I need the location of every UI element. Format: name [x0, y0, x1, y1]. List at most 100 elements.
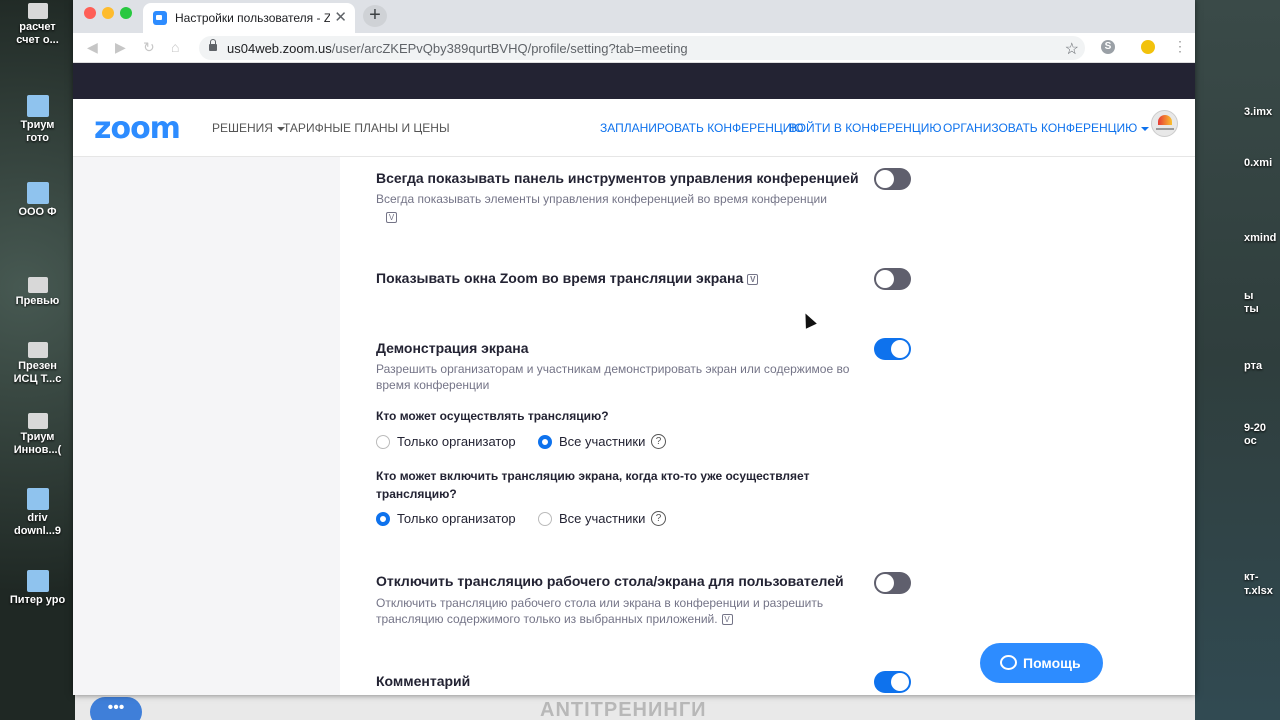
extension-icon[interactable] — [1141, 40, 1155, 54]
radio-host-only[interactable] — [376, 512, 390, 526]
home-icon[interactable]: ⌂ — [171, 39, 179, 55]
browser-window: Настройки пользователя - Zoom ✕ + ◀ ▶ ↻ … — [73, 0, 1195, 695]
verified-icon[interactable]: V — [386, 212, 397, 223]
image-file-icon — [27, 277, 48, 293]
document-icon — [27, 3, 48, 19]
desktop-file-label[interactable]: 0.xmi — [1244, 157, 1272, 170]
nav-host[interactable]: ОРГАНИЗОВАТЬ КОНФЕРЕНЦИЮ — [943, 121, 1150, 135]
nav-solutions[interactable]: РЕШЕНИЯ — [212, 121, 285, 135]
desktop-file-label[interactable]: рта — [1244, 360, 1262, 373]
desktop-file-label[interactable]: кт- — [1244, 571, 1259, 584]
annotation-toggle[interactable] — [874, 671, 911, 693]
setting-title: Комментарий — [376, 673, 471, 689]
setting-title: Всегда показывать панель инструментов уп… — [376, 170, 859, 186]
reload-icon[interactable]: ↻ — [143, 39, 155, 56]
desktop-file-label[interactable]: 3.imx — [1244, 106, 1272, 119]
skype-extension-icon[interactable]: S — [1101, 40, 1115, 54]
close-window-button[interactable] — [84, 7, 96, 19]
maximize-window-button[interactable] — [120, 7, 132, 19]
folder-icon — [26, 570, 49, 592]
minimize-window-button[interactable] — [102, 7, 114, 19]
verified-icon[interactable]: V — [721, 614, 733, 626]
folder-icon — [26, 95, 49, 117]
document-icon — [27, 413, 48, 429]
desktop-file-label[interactable]: xmind — [1244, 232, 1276, 245]
help-button[interactable]: Помощь — [980, 643, 1103, 683]
tab-close-icon[interactable]: ✕ — [334, 8, 347, 26]
setting-title: Демонстрация экрана — [376, 340, 529, 356]
radio-label[interactable]: Все участники — [559, 511, 645, 526]
top-dark-band — [73, 63, 1195, 99]
radio-host-only[interactable] — [376, 435, 390, 449]
lock-icon — [209, 39, 217, 52]
url-path: /user/arcZKEPvQby389qurtBVHQ/profile/set… — [331, 41, 688, 56]
help-question-icon[interactable]: ? — [651, 434, 666, 449]
radio-label[interactable]: Только организатор — [397, 511, 516, 526]
desktop-icon[interactable]: Превью — [0, 277, 75, 308]
desktop-file-label[interactable]: ос — [1244, 435, 1257, 448]
who-can-share-question: Кто может осуществлять трансляцию? — [376, 409, 609, 423]
radio-label[interactable]: Все участники — [559, 434, 645, 449]
settings-content: Всегда показывать панель инструментов уп… — [73, 157, 1195, 695]
desktop-file-label[interactable]: ты — [1244, 303, 1259, 316]
background-window-text: ANTITРЕНИНГИ — [540, 699, 707, 720]
screen-share-toggle[interactable] — [874, 338, 911, 360]
desktop-icon[interactable]: Триум Иннов...( — [0, 413, 75, 457]
who-can-share-options: Только организатор Все участники ? — [376, 433, 696, 451]
desktop-file-label[interactable]: ы — [1244, 290, 1253, 303]
nav-solutions-label: РЕШЕНИЯ — [212, 121, 273, 135]
radio-all-participants[interactable] — [538, 512, 552, 526]
presentation-file-icon — [27, 342, 48, 358]
forward-arrow-icon[interactable]: ▶ — [115, 39, 126, 56]
zoom-logo[interactable]: zoom — [94, 111, 181, 146]
nav-plans[interactable]: ТАРИФНЫЕ ПЛАНЫ И ЦЕНЫ — [283, 121, 450, 135]
help-question-icon[interactable]: ? — [651, 511, 666, 526]
browser-toolbar: ◀ ▶ ↻ ⌂ us04web.zoom.us/user/arcZKEPvQby… — [73, 33, 1195, 63]
who-can-start-options: Только организатор Все участники ? — [376, 510, 696, 528]
show-zoom-windows-toggle[interactable] — [874, 268, 911, 290]
new-tab-button[interactable]: + — [363, 5, 387, 27]
browser-menu-icon[interactable]: ⋮ — [1173, 38, 1187, 55]
setting-title: Показывать окна Zoom во время трансляции… — [376, 270, 759, 286]
zoom-header: zoom РЕШЕНИЯ ТАРИФНЫЕ ПЛАНЫ И ЦЕНЫ ЗАПЛА… — [73, 99, 1195, 157]
bookmark-star-icon[interactable]: ☆ — [1065, 39, 1079, 59]
chat-bubble-icon[interactable]: ••• — [90, 697, 142, 720]
setting-description: Разрешить организаторам и участникам дем… — [376, 362, 850, 392]
zoom-favicon-icon — [153, 11, 167, 25]
url-host: us04web.zoom.us — [227, 41, 332, 56]
address-bar[interactable]: us04web.zoom.us/user/arcZKEPvQby389qurtB… — [199, 36, 1085, 60]
desktop-icon[interactable]: Презен ИСЦ Т...с — [0, 342, 75, 386]
folder-icon — [26, 488, 49, 510]
browser-tab[interactable]: Настройки пользователя - Zoom ✕ — [143, 3, 355, 33]
setting-title-text: Показывать окна Zoom во время трансляции… — [376, 270, 744, 286]
desktop-file-label[interactable]: т.xlsx — [1244, 585, 1273, 598]
radio-all-participants[interactable] — [538, 435, 552, 449]
tab-title: Настройки пользователя - Zoom — [175, 11, 330, 25]
radio-label[interactable]: Только организатор — [397, 434, 516, 449]
nav-schedule[interactable]: ЗАПЛАНИРОВАТЬ КОНФЕРЕНЦИЮ — [600, 121, 803, 135]
nav-host-label: ОРГАНИЗОВАТЬ КОНФЕРЕНЦИЮ — [943, 121, 1138, 135]
setting-title: Отключить трансляцию рабочего стола/экра… — [376, 573, 844, 589]
setting-description: Отключить трансляцию рабочего стола или … — [376, 595, 856, 627]
settings-panel: Всегда показывать панель инструментов уп… — [340, 157, 1195, 695]
setting-description: Всегда показывать элементы управления ко… — [376, 192, 827, 206]
folder-icon — [26, 182, 49, 204]
nav-join[interactable]: ВОЙТИ В КОНФЕРЕНЦИЮ — [789, 121, 941, 135]
disable-desktop-share-toggle[interactable] — [874, 572, 911, 594]
desktop-file-label[interactable]: 9-20 — [1244, 422, 1266, 435]
avatar[interactable] — [1151, 110, 1178, 137]
desktop-icon[interactable]: Триум гото — [0, 95, 75, 145]
who-can-start-question: Кто может включить трансляцию экрана, ко… — [376, 469, 810, 501]
toolbar-toggle[interactable] — [874, 168, 911, 190]
tab-bar: Настройки пользователя - Zoom ✕ + — [73, 0, 1195, 33]
url-text[interactable]: us04web.zoom.us/user/arcZKEPvQby389qurtB… — [227, 41, 688, 56]
desktop-icon[interactable]: driv downl...9 — [0, 488, 75, 538]
desktop-icon[interactable]: Питер уро — [0, 570, 75, 607]
back-arrow-icon[interactable]: ◀ — [87, 39, 98, 56]
verified-icon[interactable]: V — [747, 273, 759, 285]
help-button-label: Помощь — [1023, 655, 1081, 671]
chevron-down-icon — [1141, 126, 1150, 131]
desktop-icon[interactable]: ООО Ф — [0, 182, 75, 219]
desktop-icon[interactable]: расчет счет о... — [0, 3, 75, 47]
chat-bubble-icon — [1000, 655, 1017, 670]
